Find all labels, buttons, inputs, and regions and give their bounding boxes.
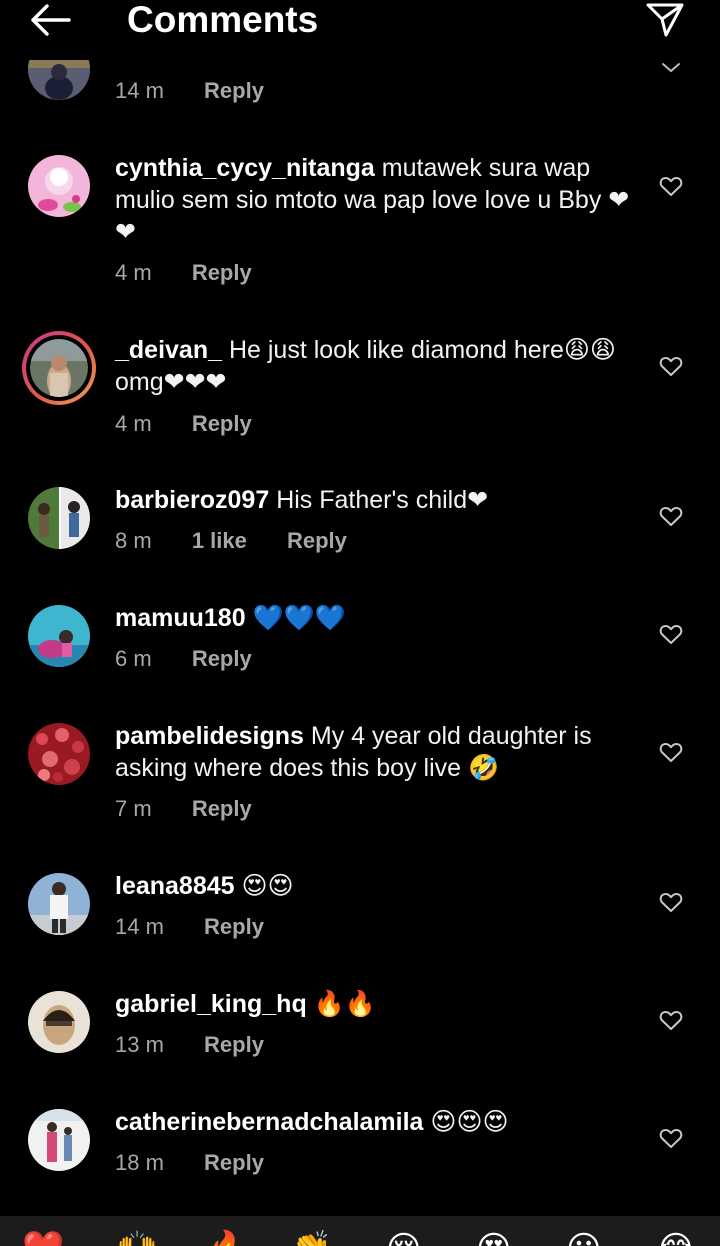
comment-body: _deivan_ He just look like diamond here😩… xyxy=(115,334,635,398)
reply-button[interactable]: Reply xyxy=(204,78,264,104)
reaction-heart[interactable]: ❤️ xyxy=(22,1232,64,1246)
avatar[interactable] xyxy=(28,605,90,667)
like-heart-icon[interactable] xyxy=(659,505,683,527)
comment-time: 4 m xyxy=(115,260,152,285)
comment-time: 14 m xyxy=(115,914,164,939)
comment-meta: 4 m Reply xyxy=(115,411,252,437)
reply-button[interactable]: Reply xyxy=(192,260,252,286)
comment-body: pambelidesigns My 4 year old daughter is… xyxy=(115,720,635,784)
share-button[interactable] xyxy=(640,0,690,40)
top-app-bar: Comments xyxy=(0,0,720,60)
comment-meta: 13 m Reply xyxy=(115,1032,264,1058)
like-heart-icon[interactable] xyxy=(659,355,683,377)
avatar[interactable] xyxy=(28,873,90,935)
comment-meta: 4 m Reply xyxy=(115,260,252,286)
avatar[interactable] xyxy=(28,1109,90,1171)
comment-body: gabriel_king_hq 🔥🔥 xyxy=(115,988,635,1020)
comment-username[interactable]: cynthia_cycy_nitanga xyxy=(115,154,375,182)
avatar[interactable] xyxy=(28,723,90,785)
avatar-image xyxy=(30,339,88,397)
comment-body: leana8845 😍😍 xyxy=(115,870,635,902)
comment-text: 😍😍😍 xyxy=(423,1108,509,1136)
comment-text: 💙💙💙 xyxy=(245,604,346,632)
back-button[interactable] xyxy=(24,0,74,40)
avatar-image xyxy=(28,1109,90,1171)
comment-time: 6 m xyxy=(115,646,152,671)
comment-username[interactable]: leana8845 xyxy=(115,872,235,900)
comment-text: 😍😍 xyxy=(234,872,294,900)
comment-time: 7 m xyxy=(115,796,152,821)
comment-username[interactable]: _deivan_ xyxy=(115,336,222,364)
avatar-story-ring[interactable] xyxy=(22,331,96,405)
comment-meta: 18 m Reply xyxy=(115,1150,264,1176)
avatar-image xyxy=(28,873,90,935)
comment-meta: 7 m Reply xyxy=(115,796,252,822)
comment-body: mamuu180 💙💙💙 xyxy=(115,602,635,634)
comment-username[interactable]: pambelidesigns xyxy=(115,722,304,750)
like-heart-icon[interactable] xyxy=(659,623,683,645)
paper-plane-icon xyxy=(646,3,684,37)
reply-button[interactable]: Reply xyxy=(192,796,252,822)
comment-meta: 8 m 1 like Reply xyxy=(115,528,347,554)
quick-reactions-bar: ❤️ 🙌 🔥 👏 😢 😍 😮 😂 xyxy=(0,1216,720,1246)
reply-button[interactable]: Reply xyxy=(192,411,252,437)
like-heart-icon[interactable] xyxy=(659,891,683,913)
reply-button[interactable]: Reply xyxy=(204,1150,264,1176)
reaction-laughing[interactable]: 😂 xyxy=(656,1232,696,1246)
reaction-clap[interactable]: 👏 xyxy=(290,1232,332,1246)
comment-time: 14 m xyxy=(115,78,164,103)
reaction-raised-hands[interactable]: 🙌 xyxy=(116,1232,158,1246)
avatar-image xyxy=(28,605,90,667)
comment-body: cynthia_cycy_nitanga mutawek sura wap mu… xyxy=(115,152,635,248)
comment-time: 18 m xyxy=(115,1150,164,1175)
reply-button[interactable]: Reply xyxy=(204,1032,264,1058)
reply-button[interactable]: Reply xyxy=(204,914,264,940)
likes-count[interactable]: 1 like xyxy=(192,528,247,554)
reply-button[interactable]: Reply xyxy=(287,528,347,554)
chevron-down-icon[interactable] xyxy=(660,60,682,76)
avatar[interactable] xyxy=(28,155,90,217)
like-heart-icon[interactable] xyxy=(659,1009,683,1031)
avatar-image xyxy=(28,487,90,549)
reply-button[interactable]: Reply xyxy=(192,646,252,672)
comment-username[interactable]: barbieroz097 xyxy=(115,486,269,514)
comment-time: 4 m xyxy=(115,411,152,436)
comment-meta: 14 m Reply xyxy=(115,78,264,104)
like-heart-icon[interactable] xyxy=(659,175,683,197)
arrow-left-icon xyxy=(31,4,71,36)
comment-meta: 14 m Reply xyxy=(115,914,264,940)
comment-text: 🔥🔥 xyxy=(306,990,376,1018)
avatar-image xyxy=(28,155,90,217)
comment-text: His Father's child❤ xyxy=(269,486,489,514)
comment-meta: 6 m Reply xyxy=(115,646,252,672)
avatar[interactable] xyxy=(28,991,90,1053)
reaction-surprised[interactable]: 😮 xyxy=(566,1232,601,1246)
reaction-heart-eyes[interactable]: 😍 xyxy=(476,1232,511,1246)
comment-username[interactable]: catherinebernadchalamila xyxy=(115,1108,423,1136)
like-heart-icon[interactable] xyxy=(659,741,683,763)
reaction-fire[interactable]: 🔥 xyxy=(206,1232,248,1246)
avatar[interactable] xyxy=(28,487,90,549)
comment-time: 8 m xyxy=(115,528,152,553)
like-heart-icon[interactable] xyxy=(659,1127,683,1149)
comment-body: catherinebernadchalamila 😍😍😍 xyxy=(115,1106,635,1138)
comment-username[interactable]: gabriel_king_hq xyxy=(115,990,307,1018)
reaction-crying[interactable]: 😢 xyxy=(386,1232,421,1246)
avatar-image xyxy=(28,723,90,785)
comment-time: 13 m xyxy=(115,1032,164,1057)
comment-body: barbieroz097 His Father's child❤ xyxy=(115,484,635,516)
comments-screen: 14 m Reply cynthia_cycy_nitanga mutawek … xyxy=(0,0,720,1246)
page-title: Comments xyxy=(127,0,319,40)
avatar-image xyxy=(28,991,90,1053)
comment-username[interactable]: mamuu180 xyxy=(115,604,246,632)
